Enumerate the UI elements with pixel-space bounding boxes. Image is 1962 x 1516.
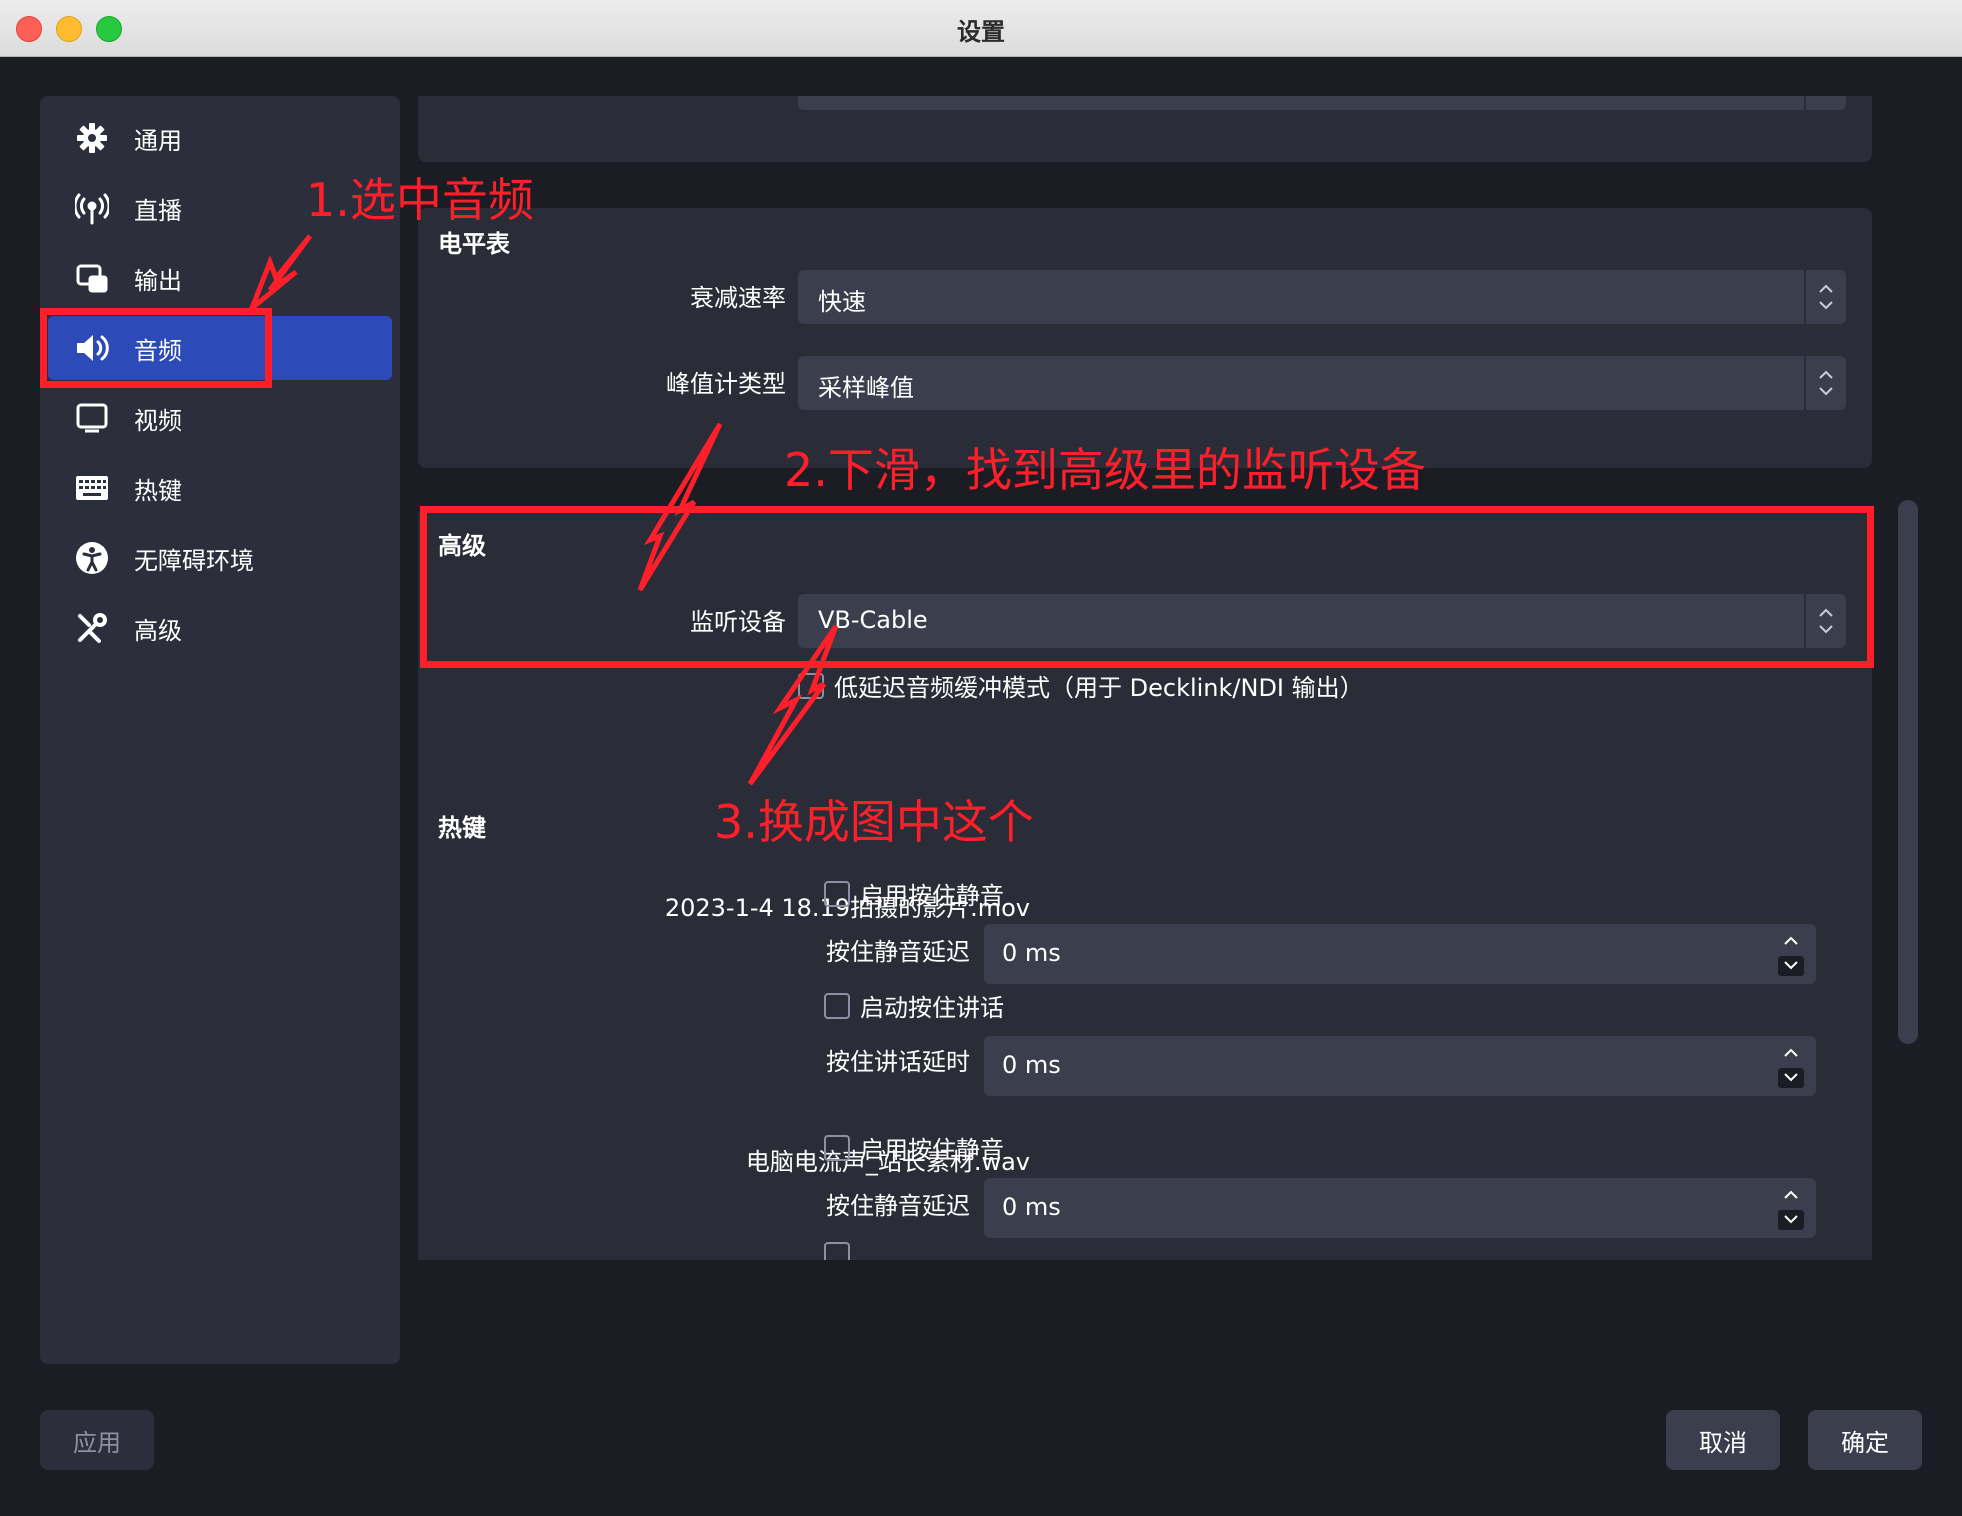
arrow-step3 bbox=[747, 624, 839, 786]
arrow-step1 bbox=[246, 234, 313, 316]
annotation-arrows bbox=[246, 234, 839, 786]
arrow-step2 bbox=[637, 422, 723, 592]
